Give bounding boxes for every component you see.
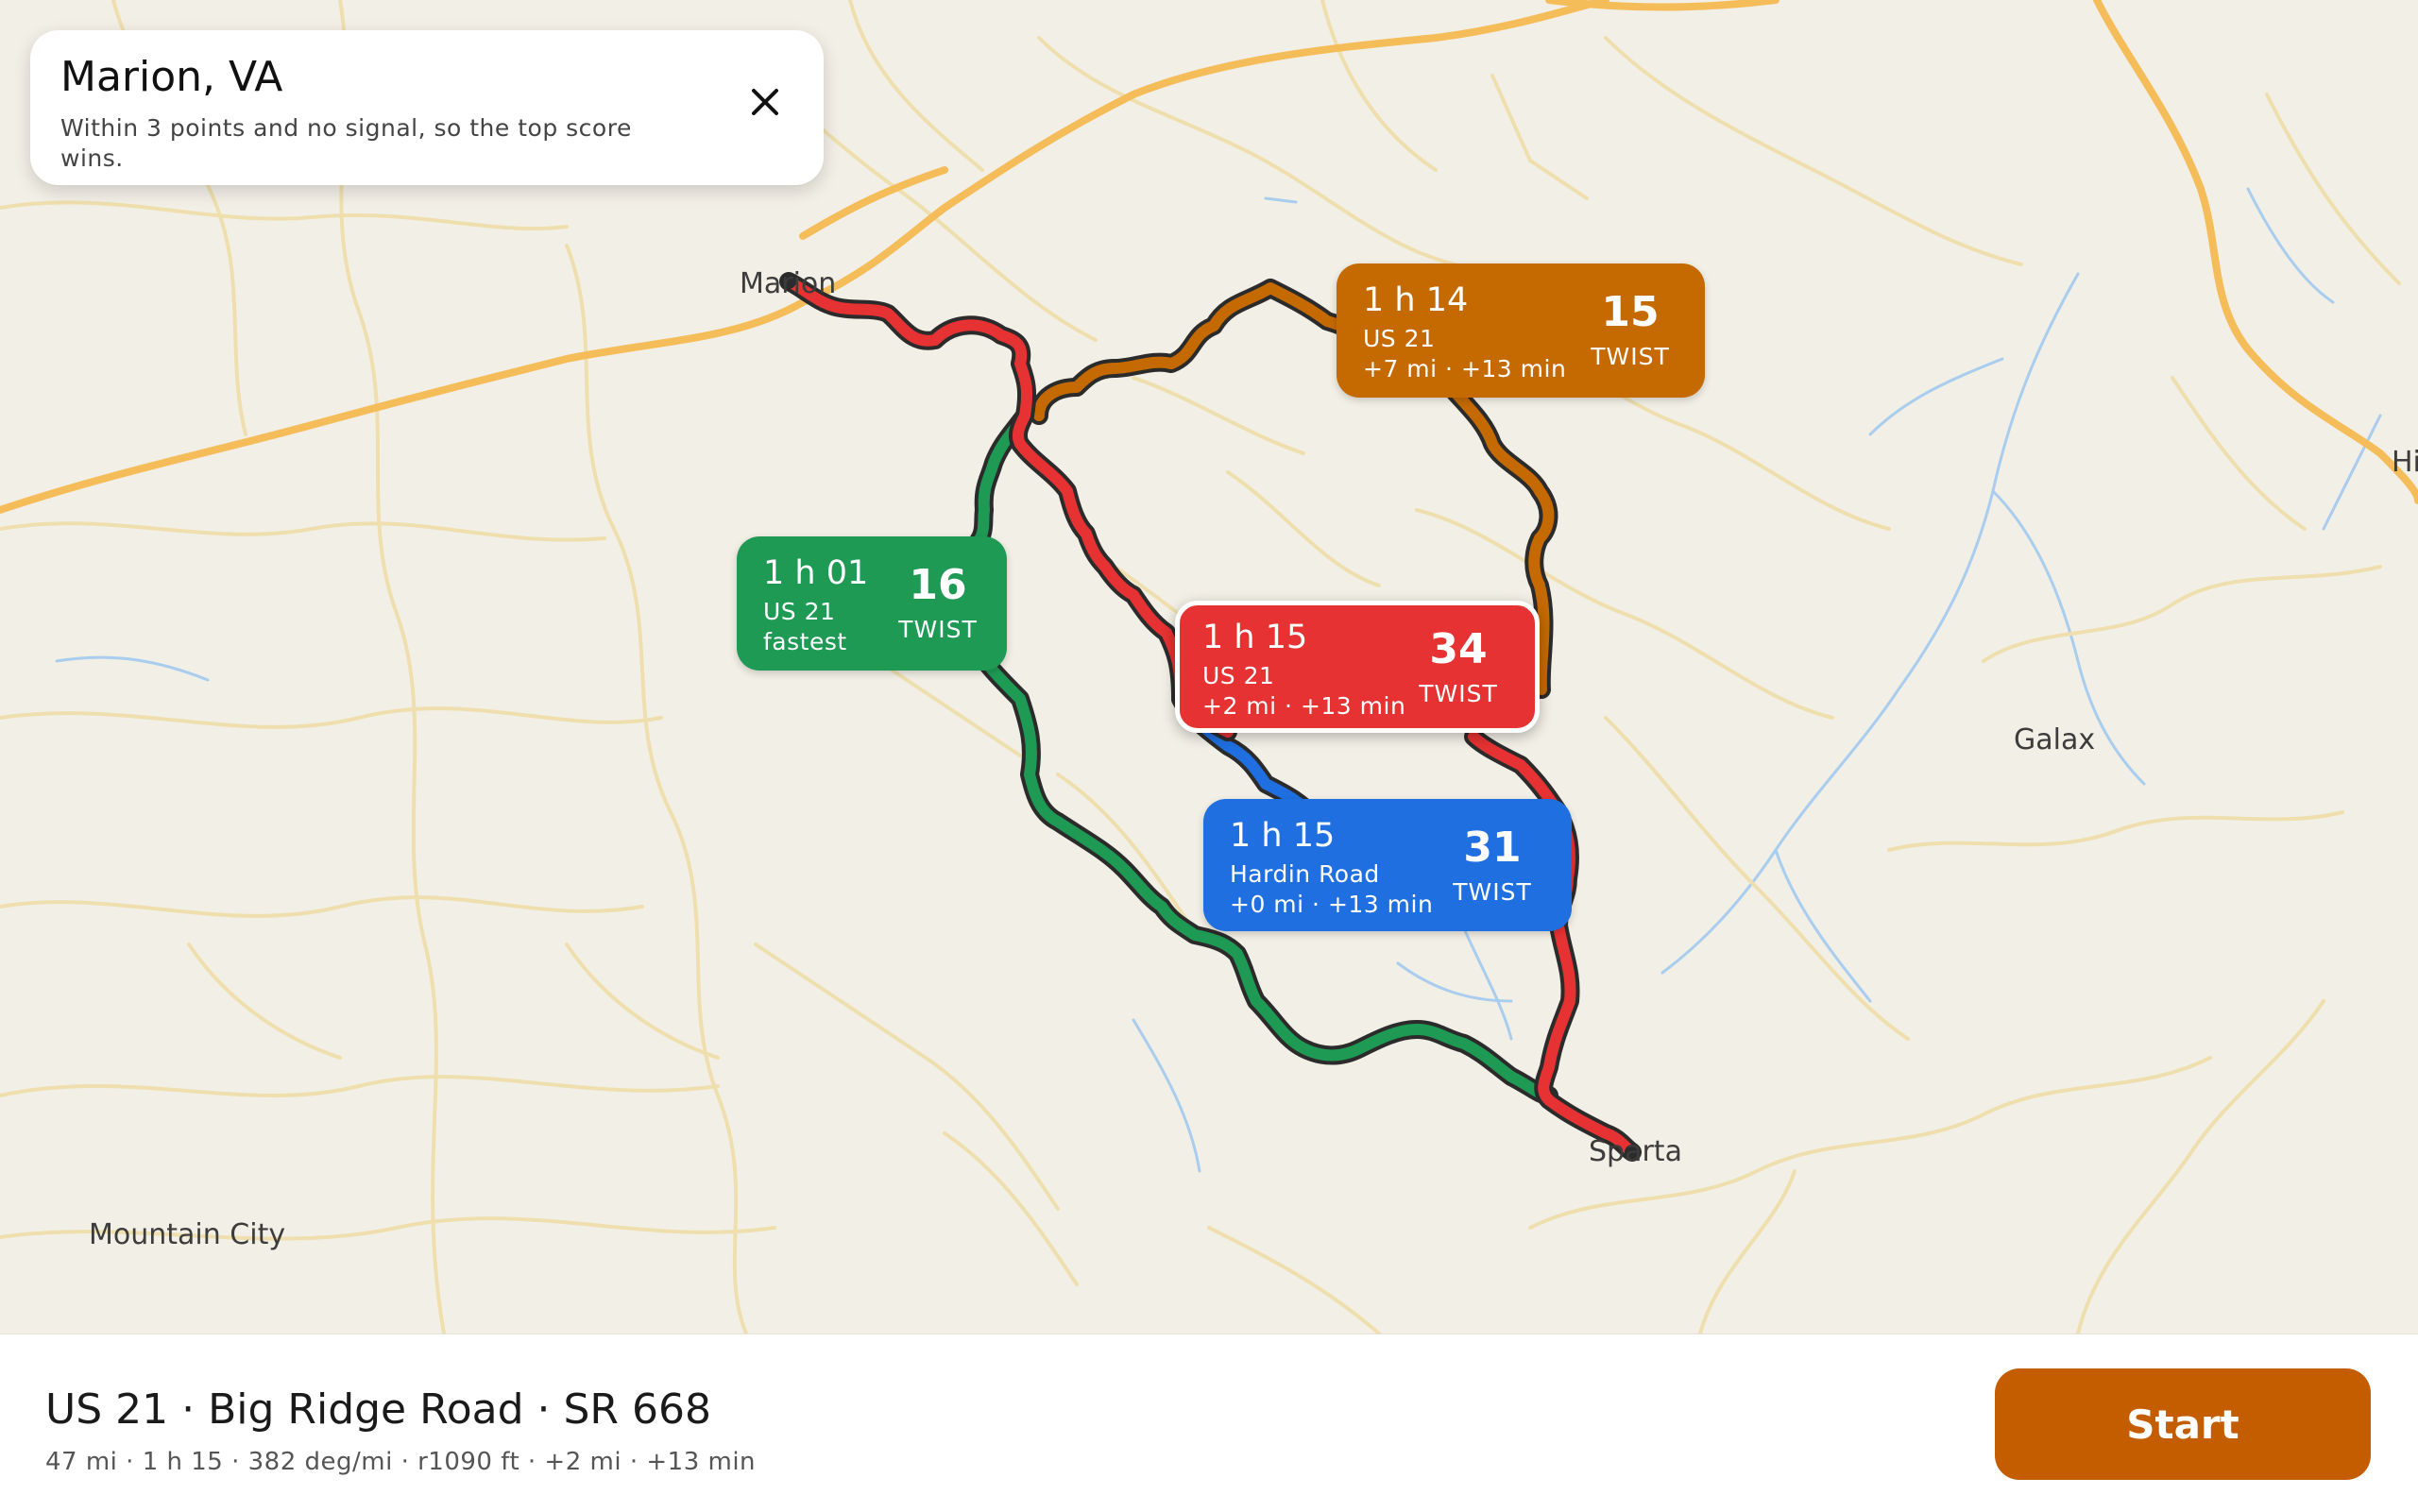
route-meta: +7 mi · +13 min (1363, 355, 1567, 382)
place-label-mountain-city: Mountain City (89, 1218, 286, 1251)
twist-score: 15 (1601, 288, 1660, 336)
twist-score: 31 (1463, 824, 1522, 872)
place-label-galax: Galax (2014, 723, 2096, 756)
twist-label: TWIST (1419, 680, 1498, 707)
route-summary-title: US 21 · Big Ridge Road · SR 668 (45, 1385, 711, 1434)
route-time: 1 h 14 (1363, 281, 1469, 319)
close-icon (752, 89, 778, 115)
map[interactable]: Marion Sparta Galax Mountain City Hi 1 h… (0, 0, 2418, 1334)
twist-score: 16 (909, 561, 967, 609)
route-road: US 21 (1363, 325, 1436, 352)
route-road: US 21 (1202, 662, 1275, 689)
route-summary-stats: 47 mi · 1 h 15 · 382 deg/mi · r1090 ft ·… (45, 1448, 757, 1476)
route-meta: +2 mi · +13 min (1202, 692, 1406, 720)
place-label-marion: Marion (740, 267, 837, 300)
location-title: Marion, VA (60, 53, 283, 101)
route-meta: +0 mi · +13 min (1230, 891, 1434, 918)
route-time: 1 h 01 (763, 554, 869, 592)
route-time: 1 h 15 (1202, 619, 1308, 656)
route-road: US 21 (763, 598, 836, 625)
route-road: Hardin Road (1230, 860, 1380, 888)
route-label-blue[interactable]: 1 h 15 Hardin Road +0 mi · +13 min 31 TW… (1203, 799, 1572, 931)
location-subtitle: Within 3 points and no signal, so the to… (60, 114, 632, 172)
route-label-green[interactable]: 1 h 01 US 21 fastest 16 TWIST (737, 536, 1007, 671)
twist-label: TWIST (1591, 343, 1670, 370)
route-meta: fastest (763, 628, 847, 655)
close-button[interactable] (735, 72, 795, 132)
route-summary-panel: US 21 · Big Ridge Road · SR 668 47 mi · … (0, 1334, 2418, 1512)
twist-label: TWIST (898, 616, 978, 643)
route-label-red[interactable]: 1 h 15 US 21 +2 mi · +13 min 34 TWIST (1175, 601, 1540, 733)
twist-score: 34 (1429, 625, 1488, 673)
place-label-edge: Hi (2392, 446, 2418, 479)
place-label-sparta: Sparta (1589, 1135, 1682, 1168)
twist-label: TWIST (1453, 878, 1532, 906)
route-time: 1 h 15 (1230, 817, 1336, 855)
route-label-orange[interactable]: 1 h 14 US 21 +7 mi · +13 min 15 TWIST (1337, 263, 1705, 398)
start-button[interactable]: Start (1995, 1368, 2371, 1480)
location-card: Marion, VA Within 3 points and no signal… (30, 30, 824, 185)
